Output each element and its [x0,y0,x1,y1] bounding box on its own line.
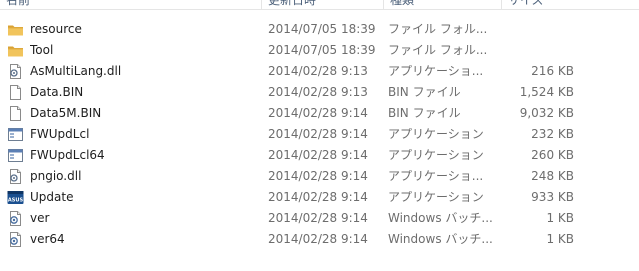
file-size: 248 KB [531,169,574,183]
file-name: FWUpdLcl64 [30,148,105,162]
file-row[interactable]: resource 2014/07/05 18:39 ファイル フォル... [0,19,639,40]
file-row[interactable]: FWUpdLcl64 2014/02/28 9:14 アプリケーション 260 KB [0,145,639,166]
file-date-modified: 2014/02/28 9:13 [268,85,368,99]
file-size: 1 KB [546,211,574,225]
file-date-modified: 2014/02/28 9:14 [268,106,368,120]
file-row[interactable]: AsMultiLang.dll 2014/02/28 9:13 アプリケーショ...… [0,61,639,82]
file-date-modified: 2014/02/28 9:14 [268,190,368,204]
application-icon [7,147,24,164]
dll-file-icon [7,63,24,80]
dll-file-icon [7,168,24,185]
file-row[interactable]: FWUpdLcl 2014/02/28 9:14 アプリケーション 232 KB [0,124,639,145]
file-size: 933 KB [531,190,574,204]
file-row[interactable]: ASUS Update 2014/02/28 9:14 アプリケーション 933 KB [0,187,639,208]
file-type: Windows バッチ... [388,211,493,225]
file-name: FWUpdLcl [30,127,90,141]
file-size [502,40,574,61]
file-type: BIN ファイル [388,85,461,99]
file-type: ファイル フォル... [388,43,488,57]
application-icon [7,126,24,143]
file-row[interactable]: Data5M.BIN 2014/02/28 9:14 BIN ファイル 9,032 K… [0,103,639,124]
column-header-name[interactable]: 名前 [0,0,262,9]
file-row[interactable]: pngio.dll 2014/02/28 9:14 アプリケーショ... 248 KB [0,166,639,187]
column-header-type[interactable]: 種類 [384,0,502,9]
file-name: ver64 [30,232,65,246]
file-date-modified: 2014/07/05 18:39 [268,43,376,57]
file-name: Data5M.BIN [30,106,102,120]
column-header-size[interactable]: サイズ [502,0,582,9]
column-header-date-modified[interactable]: 更新日時 [262,0,384,9]
file-date-modified: 2014/02/28 9:14 [268,169,368,183]
folder-icon [7,42,24,59]
file-name: pngio.dll [30,169,82,183]
file-size: 216 KB [531,64,574,78]
file-name: Update [30,190,74,204]
file-name: ver [30,211,50,225]
file-row[interactable]: ver 2014/02/28 9:14 Windows バッチ... 1 KB [0,208,639,229]
file-type: アプリケーション [388,127,484,141]
file-size: 260 KB [531,148,574,162]
file-date-modified: 2014/02/28 9:13 [268,64,368,78]
file-name: Data.BIN [30,85,84,99]
file-size: 1,524 KB [519,85,574,99]
file-date-modified: 2014/02/28 9:14 [268,211,368,225]
file-date-modified: 2014/07/05 18:39 [268,22,376,36]
file-size [502,19,574,40]
batch-file-icon [7,210,24,227]
file-date-modified: 2014/02/28 9:14 [268,232,368,246]
blank-file-icon [7,105,24,122]
file-size: 232 KB [531,127,574,141]
file-type: アプリケーショ... [388,64,484,78]
file-type: ファイル フォル... [388,22,488,36]
batch-file-icon [7,231,24,248]
file-type: アプリケーショ... [388,169,484,183]
file-name: AsMultiLang.dll [30,64,122,78]
file-row[interactable]: Tool 2014/07/05 18:39 ファイル フォル... [0,40,639,61]
blank-file-icon [7,84,24,101]
file-list: resource 2014/07/05 18:39 ファイル フォル... Tool 2… [0,19,639,250]
file-type: アプリケーション [388,190,484,204]
file-type: Windows バッチ... [388,232,493,246]
file-size: 1 KB [546,232,574,246]
file-name: Tool [30,43,54,57]
column-header: 名前 更新日時 種類 サイズ [0,0,639,10]
file-row[interactable]: ver64 2014/02/28 9:14 Windows バッチ... 1 KB [0,229,639,250]
asus-app-icon: ASUS [7,189,24,206]
svg-text:ASUS: ASUS [8,197,24,203]
file-type: アプリケーション [388,148,484,162]
file-name: resource [30,22,82,36]
file-size: 9,032 KB [519,106,574,120]
file-type: BIN ファイル [388,106,461,120]
file-row[interactable]: Data.BIN 2014/02/28 9:13 BIN ファイル 1,524 KB [0,82,639,103]
folder-icon [7,21,24,38]
file-date-modified: 2014/02/28 9:14 [268,148,368,162]
file-date-modified: 2014/02/28 9:14 [268,127,368,141]
